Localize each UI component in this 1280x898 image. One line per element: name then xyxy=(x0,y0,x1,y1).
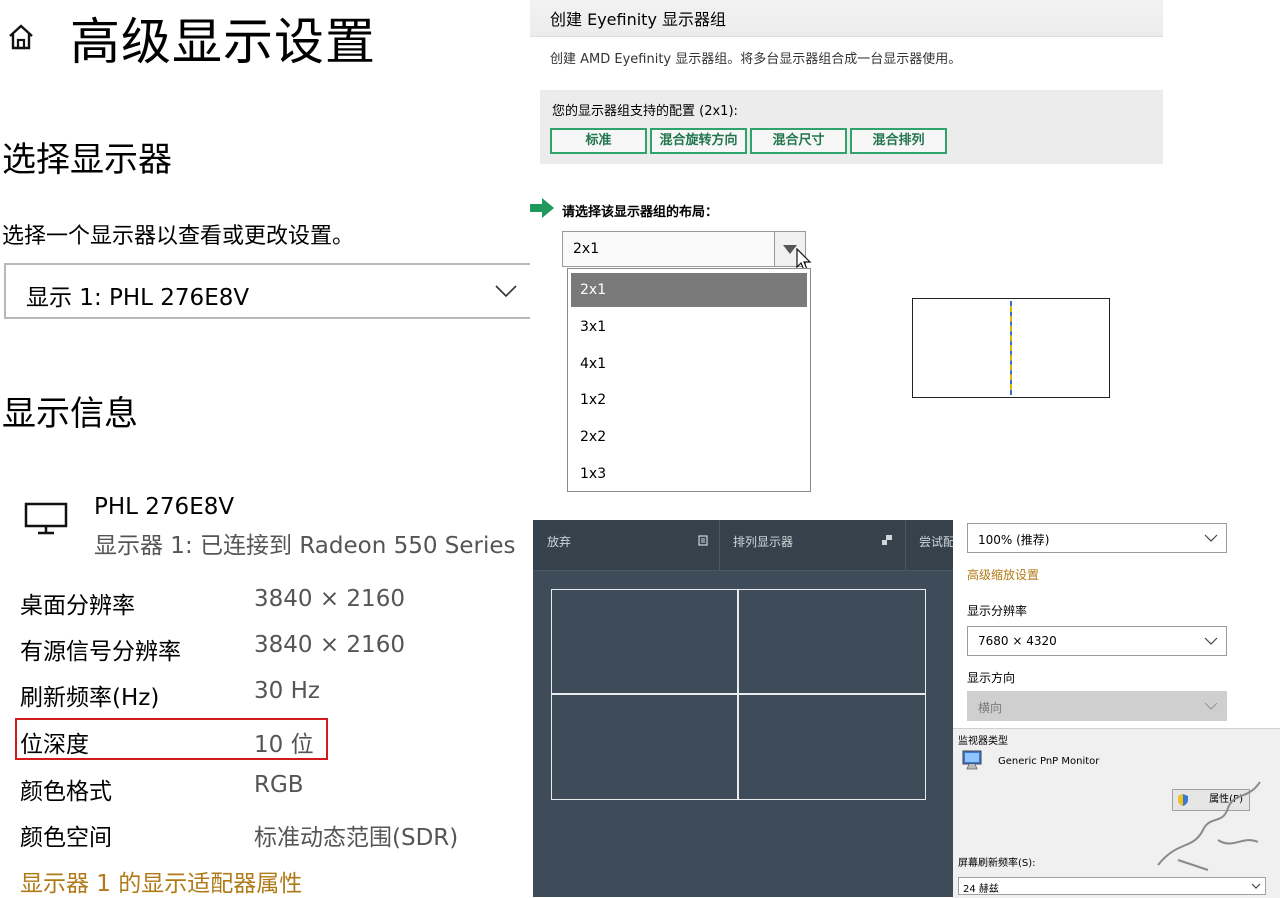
orientation-select: 横向 xyxy=(967,691,1227,721)
layout-preview xyxy=(912,298,1110,398)
config-panel: 您的显示器组支持的配置 (2x1): 标准 混合旋转方向 混合尺寸 混合排列 xyxy=(540,90,1163,164)
bit-depth-highlight xyxy=(15,718,328,760)
resolution-select[interactable]: 7680 × 4320 xyxy=(967,626,1227,656)
monitor-connection: 显示器 1: 已连接到 Radeon 550 Series xyxy=(94,533,516,559)
active-signal-resolution-label: 有源信号分辨率 xyxy=(20,639,181,665)
select-display-hint: 选择一个显示器以查看或更改设置。 xyxy=(2,224,355,249)
preview-divider-accent xyxy=(1010,306,1012,390)
try-config-button[interactable]: 尝试配 xyxy=(919,533,955,550)
chevron-down-icon xyxy=(1204,637,1218,645)
arrange-icon[interactable] xyxy=(881,534,893,546)
monitor-icon xyxy=(24,502,68,535)
color-format-value: RGB xyxy=(254,772,304,798)
display-tile[interactable] xyxy=(737,589,926,695)
config-label: 您的显示器组支持的配置 (2x1): xyxy=(552,104,738,119)
signature-watermark-icon xyxy=(1157,781,1261,871)
refresh-rate-label: 屏幕刷新频率(S): xyxy=(958,858,1036,869)
layout-option-3x1[interactable]: 3x1 xyxy=(571,310,807,344)
monitor-type-value: Generic PnP Monitor xyxy=(998,756,1100,767)
monitor-icon xyxy=(962,750,982,770)
refresh-rate-select-value: 24 赫兹 xyxy=(963,884,999,895)
scale-select[interactable]: 100% (推荐) xyxy=(967,523,1227,553)
triangle-down-icon xyxy=(783,245,797,254)
layout-option-1x2[interactable]: 1x2 xyxy=(571,383,807,417)
eyefinity-dialog: 创建 Eyefinity 显示器组 创建 AMD Eyefinity 显示器组。… xyxy=(530,0,1280,520)
adapter-properties-link[interactable]: 显示器 1 的显示适配器属性 xyxy=(20,864,302,898)
select-display-heading: 选择显示器 xyxy=(2,140,172,180)
scale-select-value: 100% (推荐) xyxy=(978,533,1050,547)
discard-button[interactable]: 放弃 xyxy=(547,533,571,550)
chevron-down-icon xyxy=(1251,883,1261,889)
layout-dropdown-list: 2x1 3x1 4x1 1x2 2x2 1x3 xyxy=(567,268,811,492)
arrow-right-icon xyxy=(530,198,554,218)
dialog-title: 创建 Eyefinity 显示器组 xyxy=(550,10,727,29)
active-signal-resolution-value: 3840 × 2160 xyxy=(254,632,405,658)
layout-label: 请选择该显示器组的布局： xyxy=(562,205,719,220)
chevron-down-icon xyxy=(495,285,517,298)
dialog-header: 创建 Eyefinity 显示器组 xyxy=(530,0,1163,37)
resolution-label: 显示分辨率 xyxy=(967,604,1028,618)
display-info-heading: 显示信息 xyxy=(2,394,138,434)
color-space-value: 标准动态范围(SDR) xyxy=(254,825,459,851)
monitor-type-label: 监视器类型 xyxy=(958,736,1008,747)
advanced-scaling-link[interactable]: 高级缩放设置 xyxy=(967,566,1039,583)
monitor-select[interactable]: 显示 1: PHL 276E8V xyxy=(4,263,544,319)
home-icon[interactable] xyxy=(6,22,36,52)
monitor-select-value: 显示 1: PHL 276E8V xyxy=(26,285,250,311)
arrange-displays-button[interactable]: 排列显示器 xyxy=(733,533,793,550)
chevron-down-icon xyxy=(1204,534,1218,542)
layout-select-value: 2x1 xyxy=(573,241,600,257)
orientation-select-value: 横向 xyxy=(978,701,1003,715)
toolbar-separator xyxy=(719,520,720,570)
arrange-toolbar: 放弃 排列显示器 尝试配 xyxy=(533,520,955,571)
config-standard-button[interactable]: 标准 xyxy=(550,128,647,154)
config-mixed-rotation-button[interactable]: 混合旋转方向 xyxy=(650,128,747,154)
chevron-down-icon xyxy=(1204,702,1218,710)
orientation-label: 显示方向 xyxy=(967,671,1016,685)
layout-option-4x1[interactable]: 4x1 xyxy=(571,347,807,381)
desktop-resolution-label: 桌面分辨率 xyxy=(20,593,135,619)
display-tile[interactable] xyxy=(551,693,739,800)
trash-icon[interactable] xyxy=(697,534,709,546)
layout-option-1x3[interactable]: 1x3 xyxy=(571,457,807,491)
display-tile[interactable] xyxy=(551,589,739,695)
color-space-label: 颜色空间 xyxy=(20,825,112,851)
layout-option-2x2[interactable]: 2x2 xyxy=(571,420,807,454)
layout-option-2x1[interactable]: 2x1 xyxy=(571,273,807,307)
refresh-rate-value: 30 Hz xyxy=(254,678,320,704)
config-mixed-arrangement-button[interactable]: 混合排列 xyxy=(850,128,947,154)
toolbar-separator xyxy=(905,520,906,570)
desktop-resolution-value: 3840 × 2160 xyxy=(254,586,405,612)
dialog-description: 创建 AMD Eyefinity 显示器组。将多台显示器组合成一台显示器使用。 xyxy=(550,52,962,67)
layout-select[interactable]: 2x1 xyxy=(562,231,806,267)
display-tile[interactable] xyxy=(737,693,926,800)
config-mixed-size-button[interactable]: 混合尺寸 xyxy=(750,128,847,154)
arrange-displays-panel: 放弃 排列显示器 尝试配 xyxy=(533,520,955,897)
advanced-display-settings-panel: 高级显示设置 选择显示器 选择一个显示器以查看或更改设置。 显示 1: PHL … xyxy=(0,0,544,898)
monitor-name: PHL 276E8V xyxy=(94,494,235,520)
resolution-select-value: 7680 × 4320 xyxy=(978,634,1057,648)
refresh-rate-label: 刷新频率(Hz) xyxy=(20,685,160,711)
page-title: 高级显示设置 xyxy=(70,13,376,71)
color-format-label: 颜色格式 xyxy=(20,779,112,805)
